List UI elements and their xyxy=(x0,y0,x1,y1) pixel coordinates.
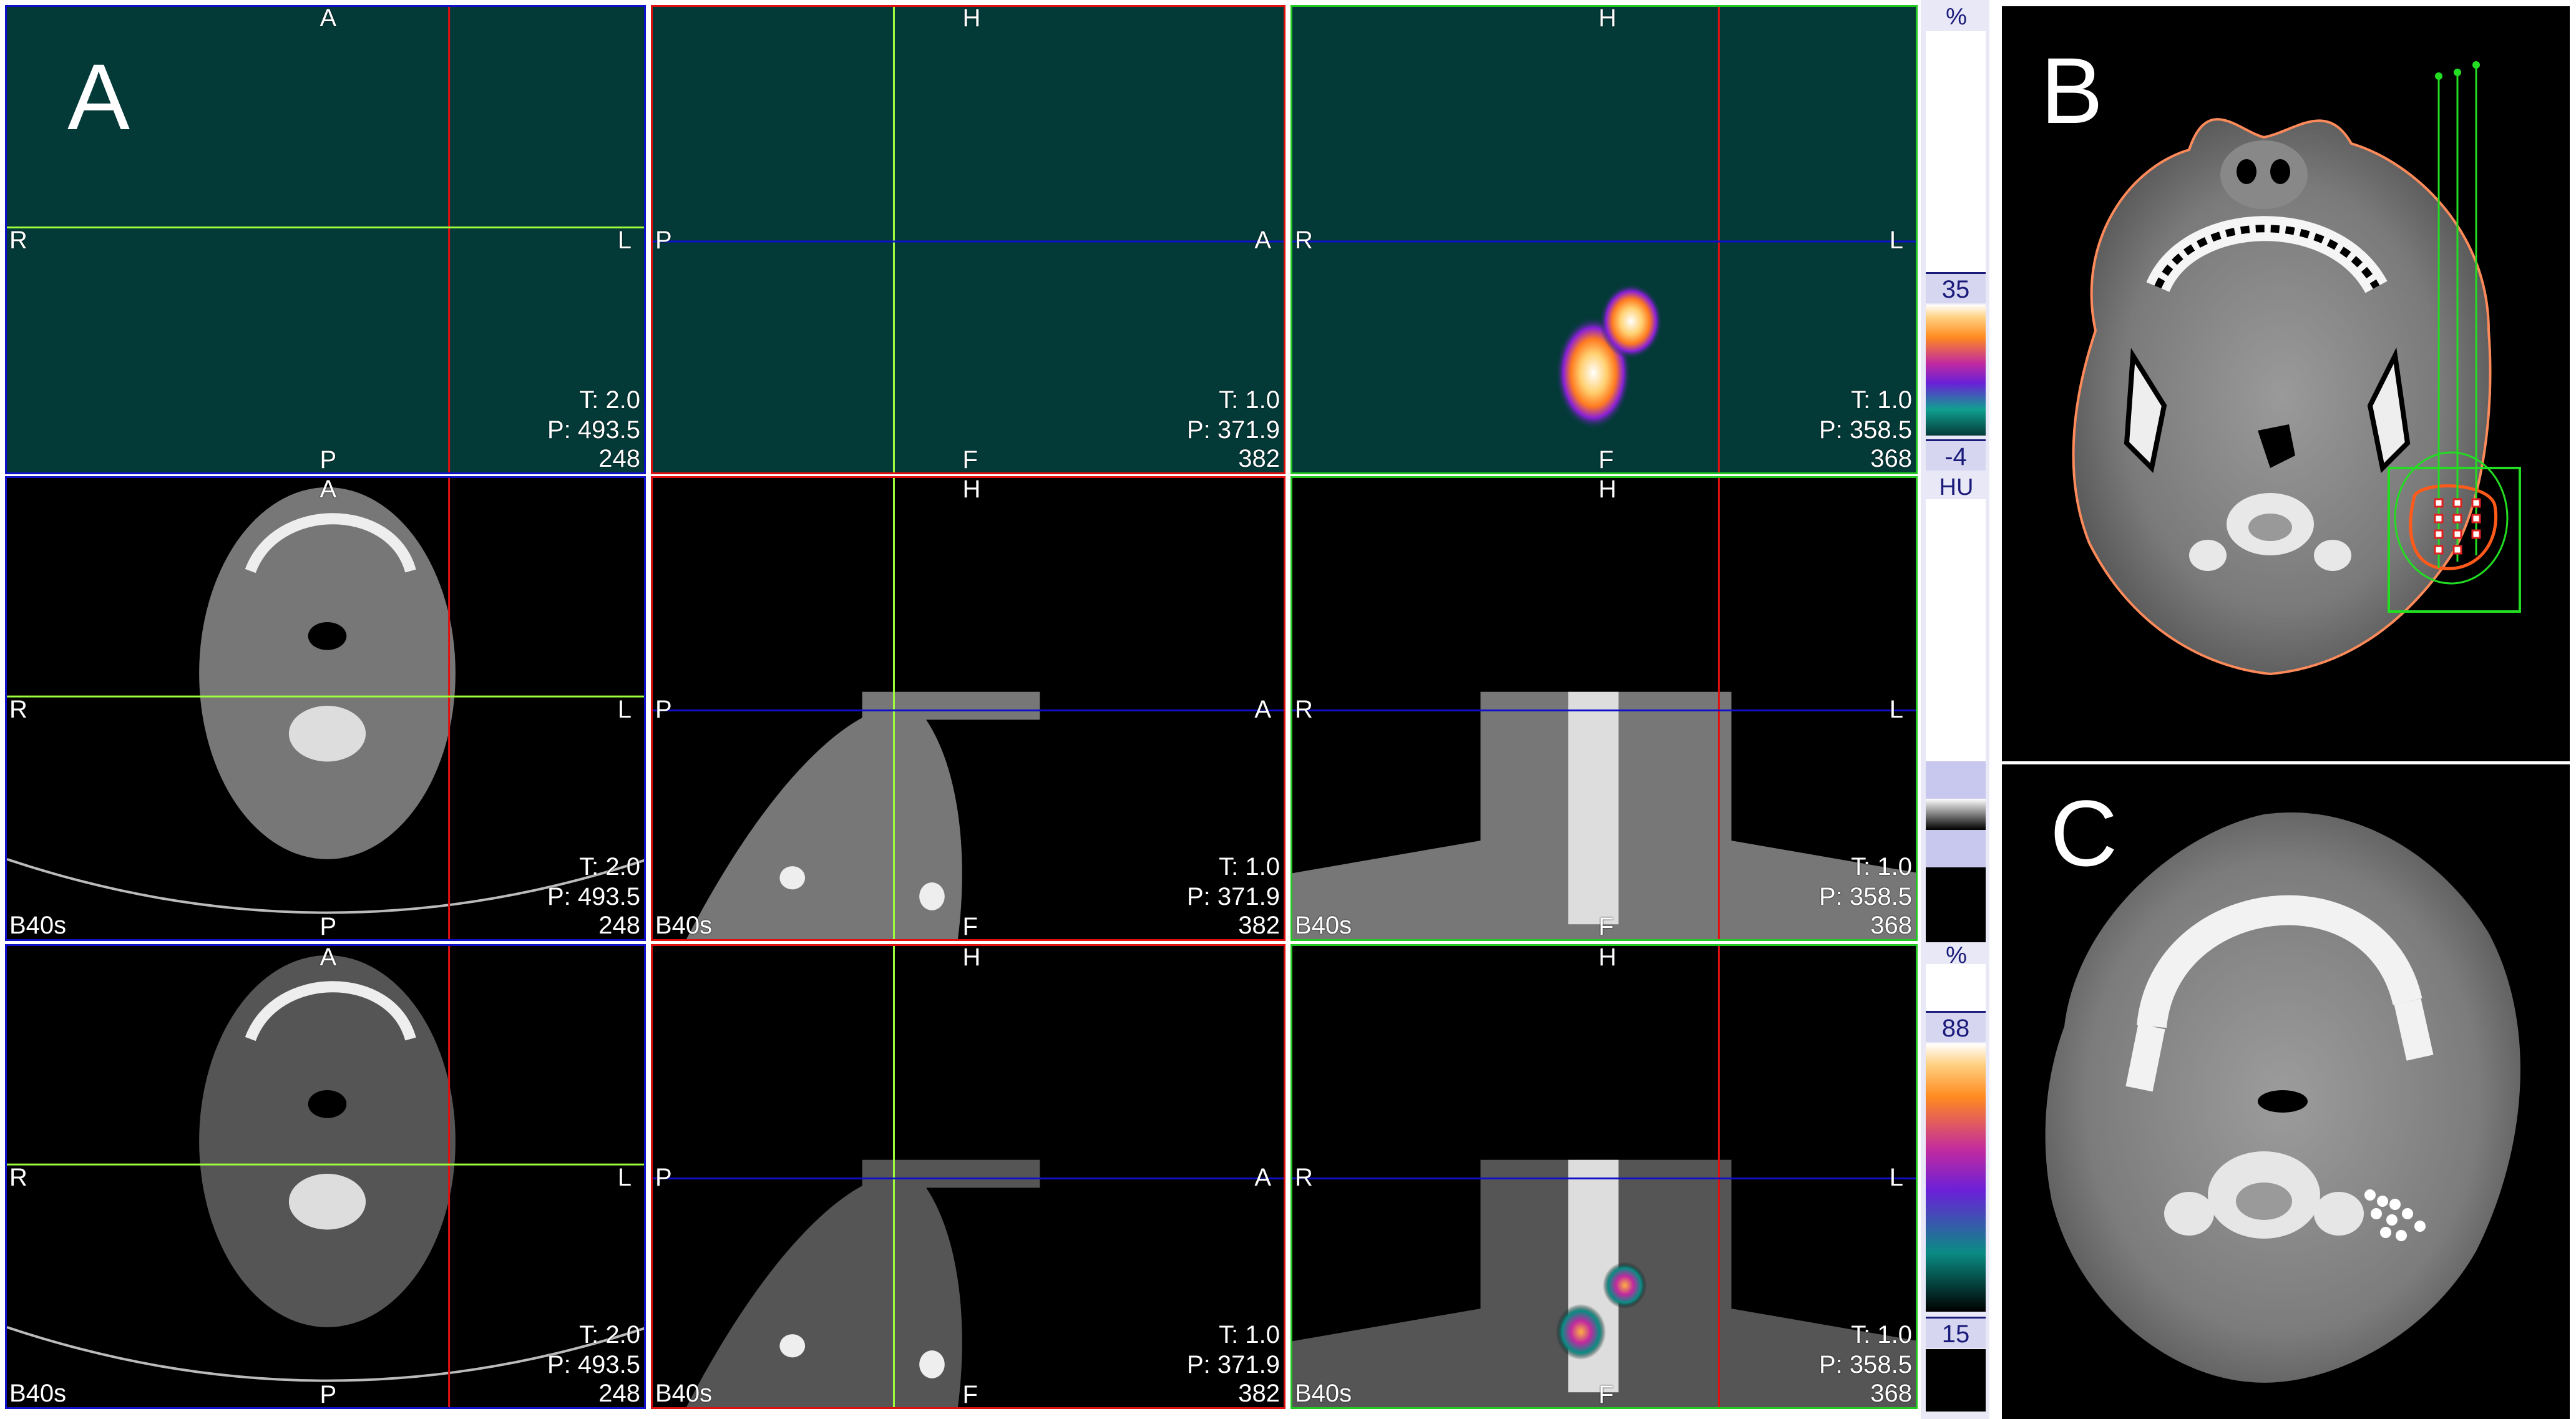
orientation-top: A xyxy=(320,476,337,503)
thickness-readout: T: 2.0 xyxy=(579,386,640,414)
orientation-top: H xyxy=(1598,476,1617,503)
orientation-top: A xyxy=(320,944,337,971)
orientation-bottom: P xyxy=(320,446,337,474)
orientation-right: A xyxy=(1254,227,1271,254)
position-readout: P: 371.9 xyxy=(1186,883,1280,910)
kernel-label: B40s xyxy=(1295,1380,1352,1407)
orientation-bottom: F xyxy=(962,913,978,940)
viewport-pet-coronal[interactable]: H F R L T: 1.0 P: 358.5 368 xyxy=(1290,5,1918,474)
position-readout: P: 358.5 xyxy=(1818,883,1912,910)
orientation-left: R xyxy=(9,1163,27,1191)
fused-colorbar-lower xyxy=(1926,1349,1986,1412)
orientation-left: P xyxy=(655,695,672,723)
orientation-bottom: P xyxy=(320,1381,337,1408)
orientation-top: H xyxy=(1598,944,1617,971)
ct-window-lower-handle[interactable] xyxy=(1926,830,1986,867)
slice-number: 382 xyxy=(1238,1380,1280,1407)
panel-label-b: B xyxy=(2041,38,2104,143)
position-readout: P: 358.5 xyxy=(1818,1351,1912,1378)
kernel-label: B40s xyxy=(655,1380,713,1407)
orientation-bottom: P xyxy=(320,913,337,940)
orientation-left: R xyxy=(9,227,27,254)
orientation-right: L xyxy=(617,1163,632,1191)
slice-number: 382 xyxy=(1238,445,1280,472)
position-readout: P: 493.5 xyxy=(547,1351,640,1378)
orientation-right: L xyxy=(1889,695,1903,723)
thickness-readout: T: 2.0 xyxy=(579,853,640,880)
thickness-readout: T: 1.0 xyxy=(1851,853,1912,880)
kernel-label: B40s xyxy=(1295,912,1352,939)
viewport-ct-coronal[interactable]: H F R L T: 1.0 P: 358.5 368 B40s xyxy=(1290,476,1918,941)
viewport-ct-sagittal[interactable]: H F P A T: 1.0 P: 371.9 382 B40s xyxy=(651,476,1286,941)
viewport-fused-coronal[interactable]: H F R L T: 1.0 P: 358.5 368 B40s xyxy=(1290,944,1918,1409)
pet-colorbar-upper xyxy=(1926,31,1986,275)
fused-colorbar-upper xyxy=(1926,964,1986,1013)
slice-number: 248 xyxy=(598,1380,640,1407)
position-readout: P: 371.9 xyxy=(1186,416,1280,444)
kernel-label: B40s xyxy=(9,912,67,939)
orientation-right: L xyxy=(617,227,632,254)
viewport-fused-axial[interactable]: A P R L T: 2.0 P: 493.5 248 B40s xyxy=(5,944,646,1409)
thickness-readout: T: 1.0 xyxy=(1219,1321,1280,1348)
thickness-readout: T: 1.0 xyxy=(1851,1321,1912,1348)
ct-colorbar-lower xyxy=(1926,867,1986,942)
thickness-readout: T: 1.0 xyxy=(1219,853,1280,880)
thickness-readout: T: 1.0 xyxy=(1219,386,1280,414)
viewport-pet-sagittal[interactable]: H F P A T: 1.0 P: 371.9 382 xyxy=(651,5,1286,474)
orientation-left: R xyxy=(1295,227,1313,254)
pet-colorbar-min[interactable]: -4 xyxy=(1926,439,1986,471)
slice-number: 368 xyxy=(1870,1380,1912,1407)
fused-colorbar-max[interactable]: 88 xyxy=(1926,1011,1986,1042)
orientation-bottom: F xyxy=(1598,446,1614,474)
viewport-ct-axial[interactable]: A P R L T: 2.0 P: 493.5 248 B40s xyxy=(5,476,646,941)
orientation-top: H xyxy=(962,476,981,503)
kernel-label: B40s xyxy=(9,1380,67,1407)
panel-label-a: A xyxy=(67,44,130,149)
orientation-left: R xyxy=(1295,1163,1313,1191)
pet-colorbar-unit: % xyxy=(1946,4,1967,30)
orientation-right: A xyxy=(1254,695,1271,723)
orientation-right: L xyxy=(1889,1163,1903,1191)
orientation-bottom: F xyxy=(1598,1381,1614,1408)
position-readout: P: 493.5 xyxy=(547,416,640,444)
ct-colorbar-gradient xyxy=(1926,799,1986,830)
kernel-label: B40s xyxy=(655,912,713,939)
ct-colorbar-unit: HU xyxy=(1939,474,1974,500)
thickness-readout: T: 2.0 xyxy=(579,1321,640,1348)
orientation-bottom: F xyxy=(962,446,978,474)
panel-label-c: C xyxy=(2050,781,2118,885)
pet-colorbar-max[interactable]: 35 xyxy=(1926,272,1986,303)
slice-number: 248 xyxy=(598,445,640,472)
orientation-top: H xyxy=(962,5,981,32)
slice-number: 382 xyxy=(1238,912,1280,939)
orientation-top: A xyxy=(320,5,337,32)
fused-colorbar-min[interactable]: 15 xyxy=(1926,1317,1986,1348)
orientation-right: A xyxy=(1254,1163,1271,1191)
orientation-left: P xyxy=(655,1163,672,1191)
position-readout: P: 371.9 xyxy=(1186,1351,1280,1378)
orientation-left: P xyxy=(655,227,672,254)
orientation-top: H xyxy=(962,944,981,971)
orientation-bottom: F xyxy=(1598,913,1614,940)
pet-colorbar-gradient xyxy=(1926,305,1986,436)
ct-colorbar-upper xyxy=(1926,499,1986,761)
position-readout: P: 493.5 xyxy=(547,883,640,910)
slice-number: 368 xyxy=(1870,912,1912,939)
fused-colorbar-gradient xyxy=(1926,1043,1986,1312)
orientation-left: R xyxy=(9,695,27,723)
slice-number: 248 xyxy=(598,912,640,939)
slice-number: 368 xyxy=(1870,445,1912,472)
viewport-fused-sagittal[interactable]: H F P A T: 1.0 P: 371.9 382 B40s xyxy=(651,944,1286,1409)
orientation-right: L xyxy=(617,695,632,723)
orientation-bottom: F xyxy=(962,1381,978,1408)
orientation-left: R xyxy=(1295,695,1313,723)
orientation-top: H xyxy=(1598,5,1617,32)
position-readout: P: 358.5 xyxy=(1818,416,1912,444)
orientation-right: L xyxy=(1889,227,1903,254)
thickness-readout: T: 1.0 xyxy=(1851,386,1912,414)
ct-window-upper-handle[interactable] xyxy=(1926,761,1986,799)
